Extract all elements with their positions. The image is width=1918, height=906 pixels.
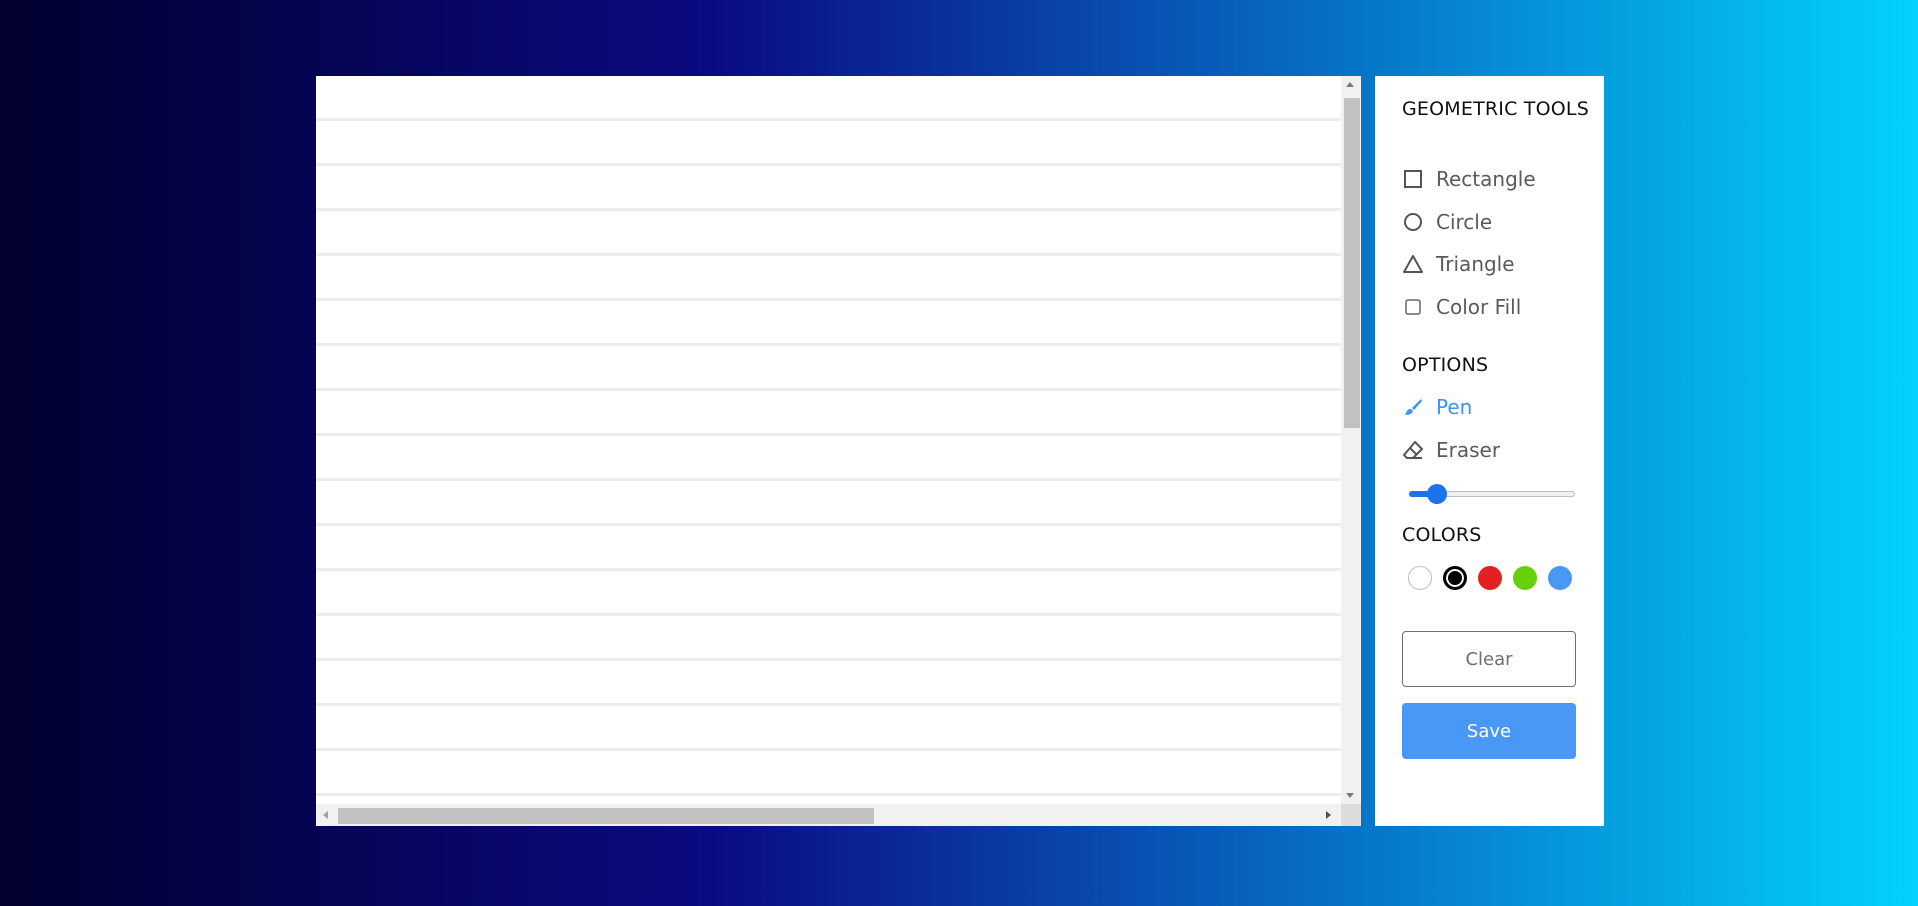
- clear-button[interactable]: Clear: [1402, 631, 1576, 687]
- eraser-tool[interactable]: Eraser: [1402, 435, 1500, 465]
- horizontal-scroll-thumb[interactable]: [338, 808, 874, 824]
- triangle-tool[interactable]: Triangle: [1402, 249, 1515, 279]
- square-icon: [1402, 168, 1424, 190]
- tools-panel: GEOMETRIC TOOLS Rectangle Circle Triangl…: [1375, 76, 1604, 826]
- geometric-tools-title: GEOMETRIC TOOLS: [1402, 98, 1589, 120]
- slider-thumb[interactable]: [1427, 484, 1447, 504]
- scroll-left-arrow-icon[interactable]: [323, 811, 328, 819]
- color-fill-toggle[interactable]: Color Fill: [1402, 292, 1521, 322]
- rectangle-tool[interactable]: Rectangle: [1402, 164, 1536, 194]
- scroll-up-arrow-icon[interactable]: [1346, 82, 1354, 87]
- triangle-tool-label: Triangle: [1436, 252, 1515, 276]
- color-swatches: [1408, 566, 1583, 590]
- save-button[interactable]: Save: [1402, 703, 1576, 759]
- color-swatch[interactable]: [1513, 566, 1537, 590]
- triangle-icon: [1402, 253, 1424, 275]
- color-fill-label: Color Fill: [1436, 295, 1522, 319]
- color-swatch[interactable]: [1443, 566, 1467, 590]
- vertical-scroll-thumb[interactable]: [1344, 98, 1360, 428]
- brush-size-slider[interactable]: [1409, 484, 1575, 504]
- rectangle-tool-label: Rectangle: [1436, 167, 1536, 191]
- eraser-icon: [1402, 439, 1424, 461]
- checkbox-icon[interactable]: [1402, 296, 1424, 318]
- pen-tool[interactable]: Pen: [1402, 392, 1472, 422]
- scroll-right-arrow-icon[interactable]: [1326, 811, 1331, 819]
- vertical-scrollbar[interactable]: [1341, 76, 1361, 804]
- pen-tool-label: Pen: [1436, 395, 1473, 419]
- drawing-canvas[interactable]: [316, 76, 1361, 826]
- options-title: OPTIONS: [1402, 354, 1489, 376]
- scrollbar-corner: [1341, 804, 1361, 826]
- eraser-tool-label: Eraser: [1436, 438, 1501, 462]
- ruled-lines: [316, 76, 1341, 804]
- brush-icon: [1402, 396, 1424, 418]
- color-swatch[interactable]: [1408, 566, 1432, 590]
- horizontal-scrollbar[interactable]: [316, 804, 1341, 826]
- color-swatch[interactable]: [1478, 566, 1502, 590]
- colors-title: COLORS: [1402, 524, 1482, 546]
- circle-tool[interactable]: Circle: [1402, 207, 1492, 237]
- color-swatch[interactable]: [1548, 566, 1572, 590]
- scroll-down-arrow-icon[interactable]: [1346, 793, 1354, 798]
- circle-tool-label: Circle: [1436, 210, 1493, 234]
- circle-icon: [1402, 211, 1424, 233]
